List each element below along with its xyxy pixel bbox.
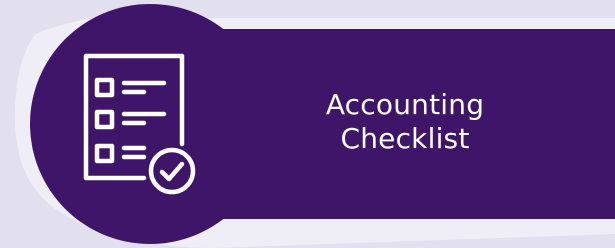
title-line-2: Checklist [340,122,470,155]
title-line-1: Accounting [325,88,485,121]
checklist-icon [83,53,196,195]
accounting-checklist-banner: Accounting Checklist [0,0,615,248]
title-label: Accounting Checklist [285,88,525,156]
